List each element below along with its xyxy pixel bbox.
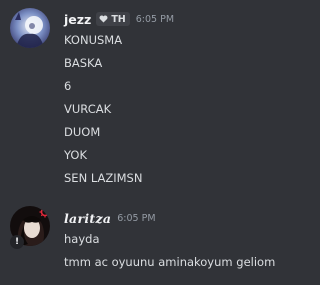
avatar-jezz[interactable] bbox=[10, 8, 50, 48]
message-group-laritza bbox=[0, 200, 316, 285]
message-line: DUOM bbox=[64, 125, 101, 139]
timestamp: 6:05 PM bbox=[135, 13, 175, 25]
message-group-jezz: jezz TH 6:05 PM KONUSMA BASKA 6 VURCAK D… bbox=[0, 0, 316, 200]
message-line: hayda bbox=[64, 232, 100, 246]
message-line: SEN LAZIMSN bbox=[64, 171, 143, 185]
username-laritza[interactable]: laritza bbox=[64, 211, 111, 226]
avatar-badge-label: ! bbox=[14, 237, 20, 247]
timestamp: 6:05 PM bbox=[117, 212, 156, 224]
message-header-jezz: jezz TH 6:05 PM bbox=[64, 10, 174, 28]
username-jezz[interactable]: jezz bbox=[64, 12, 91, 27]
exclamation-icon: ! bbox=[10, 235, 24, 249]
message-header-laritza: laritza 6:05 PM bbox=[64, 209, 156, 227]
message-line: tmm ac oyuunu aminakoyum geliom bbox=[64, 255, 276, 269]
message-line: KONUSMA bbox=[64, 33, 123, 47]
message-line: BASKA bbox=[64, 56, 103, 70]
server-tag[interactable]: TH bbox=[96, 12, 130, 26]
message-line: VURCAK bbox=[64, 102, 112, 116]
message-line: YOK bbox=[64, 148, 87, 162]
avatar-image bbox=[10, 8, 50, 48]
server-tag-label: TH bbox=[111, 13, 126, 25]
message-line: 6 bbox=[64, 79, 72, 93]
heart-icon bbox=[99, 15, 108, 23]
